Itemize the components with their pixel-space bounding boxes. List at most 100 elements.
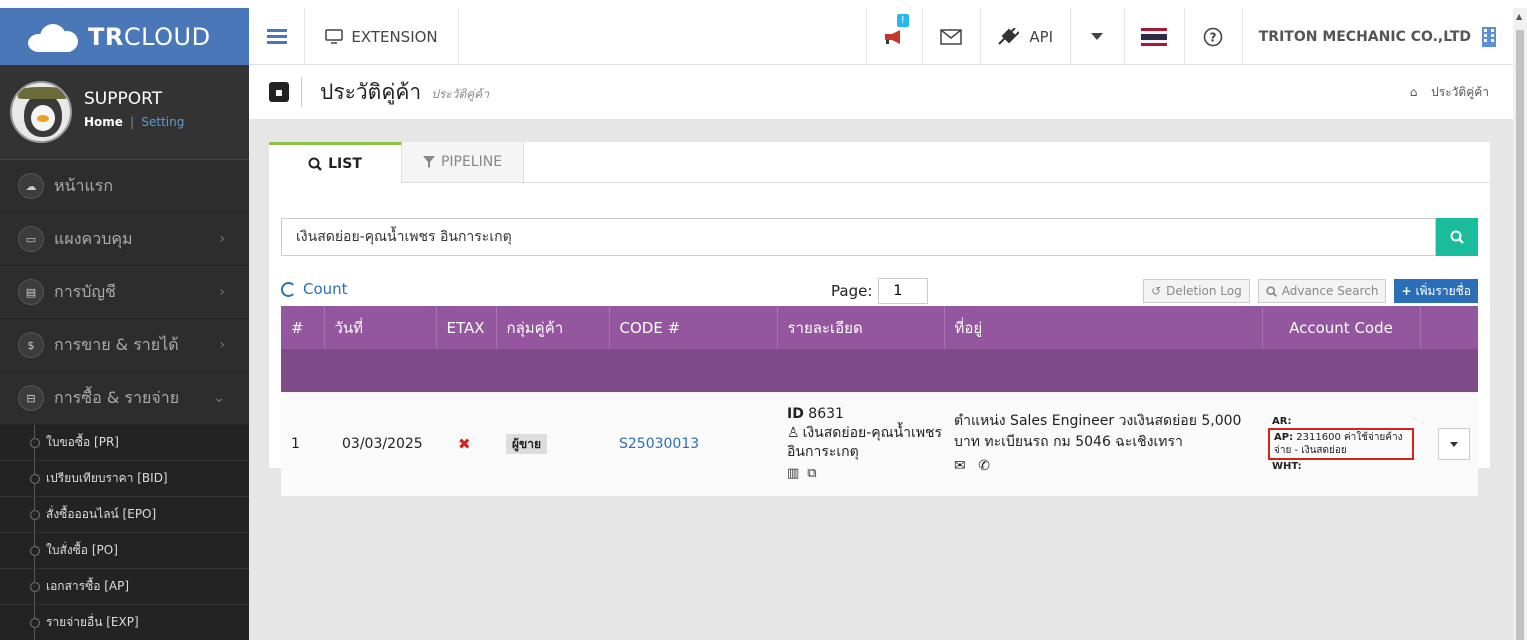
home-link[interactable]: Home <box>84 115 123 129</box>
search-icon <box>1266 285 1277 297</box>
phone-icon[interactable]: ✆ <box>978 458 990 474</box>
id-value: 8631 <box>808 406 844 422</box>
column-header[interactable]: ETAX <box>436 306 497 349</box>
sidebar-item-purchase[interactable]: ⊟ การซื้อ & รายจ่าย ⌄ <box>0 372 249 425</box>
column-header[interactable]: # <box>281 306 325 349</box>
sitemap-icon[interactable]: ⧉ <box>807 466 816 481</box>
id-label: ID <box>787 406 804 422</box>
column-header[interactable]: ที่อยู่ <box>944 306 1263 349</box>
circle-icon <box>30 545 40 556</box>
row-action-dropdown-button[interactable] <box>1438 428 1470 460</box>
address-text: ตำแหน่ง Sales Engineer วงเงินสดย่อย 5,00… <box>954 413 1242 450</box>
circle-icon <box>30 473 40 484</box>
megaphone-icon <box>885 29 901 44</box>
submenu-item-bid[interactable]: เปรียบเทียบราคา [BID] <box>0 461 249 497</box>
circle-icon <box>30 437 40 448</box>
language-button[interactable] <box>1125 8 1185 65</box>
sidebar: TRCLOUD SUPPORT Home | Setting ☁ หน้าแรก… <box>0 8 249 640</box>
add-contact-button[interactable]: + เพิ่มรายชื่อ <box>1394 279 1478 303</box>
add-contact-label: เพิ่มรายชื่อ <box>1415 283 1472 298</box>
deletion-log-button[interactable]: ↺ Deletion Log <box>1143 279 1250 303</box>
advance-search-button[interactable]: Advance Search <box>1257 279 1387 303</box>
row-account-code: AR: AP: 2311600 ค่าใช้จ่ายค้างจ่าย - เงิ… <box>1262 392 1420 496</box>
extension-button[interactable]: EXTENSION <box>305 8 459 65</box>
sidebar-item-home[interactable]: ☁ หน้าแรก <box>0 160 249 213</box>
submenu-item-po[interactable]: ใบสั่งซื้อ [PO] <box>0 533 249 569</box>
etax-status-icon: ✖ <box>436 392 496 496</box>
column-header[interactable]: วันที่ <box>324 306 437 349</box>
sidebar-item-accounting[interactable]: ▤ การบัญชี › <box>0 266 249 319</box>
refresh-icon <box>281 281 296 297</box>
scroll-up-icon[interactable]: ▲ <box>1516 12 1522 21</box>
column-header[interactable]: รายละเอียด <box>777 306 945 349</box>
code-link[interactable]: S25030013 <box>619 436 699 452</box>
dropdown-toggle-button[interactable] <box>1071 8 1125 65</box>
deletion-log-label: Deletion Log <box>1166 284 1242 298</box>
submenu-item-exp[interactable]: รายจ่ายอื่น [EXP] <box>0 605 249 640</box>
brand-name: TRCLOUD <box>88 22 211 51</box>
submenu-item-pr[interactable]: ใบขอซื้อ [PR] <box>0 425 249 461</box>
table-header-row: # วันที่ ETAX กลุ่มคู่ค้า CODE # รายละเอ… <box>281 306 1478 349</box>
tab-bar: LIST PIPELINE <box>269 142 1490 183</box>
contact-book-icon: ▪ <box>269 82 289 102</box>
column-header <box>1420 306 1478 349</box>
row-group: ผู้ขาย <box>496 392 609 496</box>
help-button[interactable]: ? <box>1185 8 1243 65</box>
main-content: ▪ ประวัติคู่ค้า ประวัติคู่ค้า ⌂ ประวัติค… <box>249 65 1513 640</box>
setting-link[interactable]: Setting <box>141 115 184 129</box>
tab-list-label: LIST <box>328 156 362 172</box>
extension-label: EXTENSION <box>351 27 438 46</box>
row-date: 03/03/2025 <box>324 392 436 496</box>
dollar-icon: $ <box>18 332 44 358</box>
profile-panel: SUPPORT Home | Setting <box>0 65 249 160</box>
sidebar-item-label: แผงควบคุม <box>54 228 133 248</box>
scroll-thumb[interactable] <box>1516 30 1524 640</box>
page-number-input[interactable] <box>878 278 929 304</box>
sidebar-item-label: การซื้อ & รายจ่าย <box>54 387 180 407</box>
caret-down-icon <box>1091 32 1104 40</box>
monitor-icon: ▭ <box>18 226 44 252</box>
circle-icon <box>30 617 40 628</box>
column-header[interactable]: กลุ่มคู่ค้า <box>496 306 610 349</box>
building-icon[interactable]: ▥ <box>787 466 799 481</box>
mail-button[interactable] <box>923 8 981 65</box>
hamburger-menu-button[interactable] <box>249 8 305 65</box>
row-address: ตำแหน่ง Sales Engineer วงเงินสดย่อย 5,00… <box>944 392 1262 496</box>
plus-icon: + <box>1401 284 1412 298</box>
caret-down-icon <box>1450 441 1458 447</box>
table-row[interactable]: 1 03/03/2025 ✖ ผู้ขาย S25030013 ID 8631 … <box>281 392 1478 496</box>
search-button[interactable] <box>1436 218 1478 256</box>
page-scrollbar[interactable]: ▲ <box>1513 8 1527 640</box>
envelope-icon[interactable]: ✉ <box>954 458 966 474</box>
contact-name: เงินสดย่อย-คุณน้ำเพชร อินการะเกตุ <box>787 425 943 460</box>
question-circle-icon: ? <box>1203 27 1223 46</box>
ap-value: 2311600 ค่าใช้จ่ายค้างจ่าย - เงินสดย่อย <box>1274 432 1403 456</box>
home-icon[interactable]: ⌂ <box>1410 85 1418 99</box>
tab-list[interactable]: LIST <box>269 142 402 183</box>
tab-pipeline-label: PIPELINE <box>440 154 503 170</box>
sidebar-item-label: การบัญชี <box>54 281 116 301</box>
notifications-button[interactable]: ! <box>867 8 923 65</box>
tab-pipeline[interactable]: PIPELINE <box>402 142 524 182</box>
sidebar-item-sales[interactable]: $ การขาย & รายได้ › <box>0 319 249 372</box>
submenu-label: เปรียบเทียบราคา [BID] <box>46 471 168 485</box>
submenu-label: เอกสารซื้อ [AP] <box>46 579 130 593</box>
sidebar-item-label: การขาย & รายได้ <box>54 334 179 354</box>
column-header[interactable]: Account Code <box>1262 306 1421 349</box>
submenu-item-epo[interactable]: สั่งซื้อออนไลน์ [EPO] <box>0 497 249 533</box>
avatar[interactable] <box>10 81 72 143</box>
count-link[interactable]: Count <box>281 280 348 298</box>
chevron-down-icon: ⌄ <box>213 390 225 406</box>
link-separator: | <box>130 115 135 129</box>
company-switcher[interactable]: TRITON MECHANIC CO.,LTD <box>1243 8 1513 65</box>
page-header: ▪ ประวัติคู่ค้า ประวัติคู่ค้า ⌂ ประวัติค… <box>249 65 1513 119</box>
column-header[interactable]: CODE # <box>609 306 778 349</box>
envelope-icon <box>940 28 962 45</box>
thai-flag-icon <box>1141 27 1168 46</box>
brand-logo[interactable]: TRCLOUD <box>0 8 249 65</box>
submenu-item-ap[interactable]: เอกสารซื้อ [AP] <box>0 569 249 605</box>
sidebar-item-dashboard[interactable]: ▭ แผงควบคุม › <box>0 213 249 266</box>
search-input[interactable] <box>281 218 1436 256</box>
api-button[interactable]: API <box>981 8 1071 65</box>
filter-icon <box>422 156 435 168</box>
